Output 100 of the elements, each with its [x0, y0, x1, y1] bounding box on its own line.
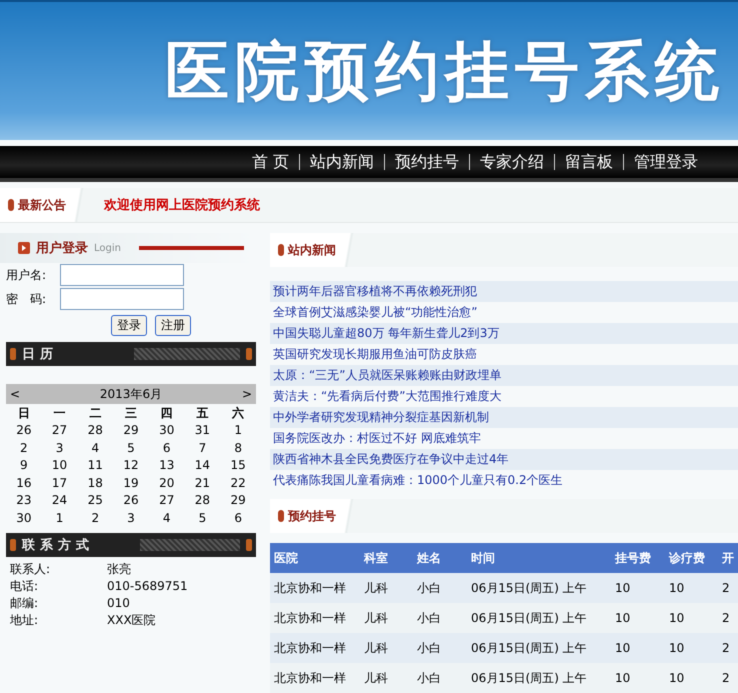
table-cell: 06月15日(周五) 上午 [467, 603, 611, 633]
calendar-day[interactable]: 24 [42, 492, 78, 510]
calendar-day[interactable]: 15 [220, 457, 256, 474]
calendar-day[interactable]: 1 [220, 422, 256, 440]
column-header: 时间 [467, 543, 611, 573]
calendar-day[interactable]: 16 [6, 474, 42, 492]
table-cell: 10 [611, 633, 665, 663]
calendar-day[interactable]: 26 [6, 422, 42, 440]
news-link[interactable]: 预计两年后器官移植将不再依赖死刑犯 [270, 281, 738, 302]
column-header: 开 [718, 543, 738, 573]
news-link[interactable]: 中国失聪儿童超80万 每年新生聋儿2到3万 [270, 323, 738, 344]
news-link[interactable]: 全球首例艾滋感染婴儿被“功能性治愈” [270, 302, 738, 323]
login-button[interactable]: 登录 [111, 315, 147, 336]
section-title: 最新公告 [18, 196, 66, 214]
calendar-day[interactable]: 4 [148, 510, 185, 527]
weekday-label: 二 [88, 405, 102, 422]
section-subtitle: Login [94, 242, 121, 254]
table-cell: 儿科 [360, 633, 413, 663]
input-field[interactable] [60, 264, 184, 286]
section-title: 站内新闻 [288, 242, 336, 258]
news-link[interactable]: 中外学者研究发现精神分裂症基因新机制 [270, 407, 738, 428]
calendar-day[interactable]: 3 [113, 510, 149, 527]
table-cell: 儿科 [360, 603, 413, 633]
column-header: 挂号费 [611, 543, 665, 573]
calendar-day[interactable]: 17 [42, 474, 78, 492]
calendar-day[interactable]: 11 [77, 457, 114, 474]
weekday-label: 日 [16, 405, 31, 422]
calendar-day[interactable]: 29 [113, 422, 149, 440]
contact-value: 张亮 [107, 561, 132, 578]
news-link[interactable]: 太原：“三无”人员就医呆账赖账由财政埋单 [270, 365, 738, 386]
weekday-label: 一 [52, 405, 67, 422]
calendar-day[interactable]: 27 [148, 492, 185, 510]
calendar-day[interactable]: 12 [113, 457, 149, 474]
input-field[interactable] [60, 288, 184, 310]
contact-label: 电话: [10, 578, 40, 595]
calendar-day[interactable]: 8 [220, 440, 256, 457]
nav-link[interactable]: 留言板 [555, 152, 623, 172]
calendar-day[interactable]: 25 [77, 492, 114, 510]
calendar-day[interactable]: 14 [184, 457, 220, 474]
prev-month-link[interactable]: < [10, 387, 20, 401]
table-cell: 10 [611, 663, 665, 693]
calendar-day[interactable]: 28 [77, 422, 114, 440]
table-cell: 小白 [413, 663, 467, 693]
contact-label: 邮编: [10, 595, 40, 612]
section-title: 日历 [22, 346, 58, 363]
nav-link[interactable]: 预约挂号 [385, 152, 469, 172]
calendar-day[interactable]: 6 [220, 510, 256, 527]
calendar-day[interactable]: 18 [77, 474, 114, 492]
calendar-day[interactable]: 26 [113, 492, 149, 510]
nav-link[interactable]: 专家介绍 [470, 152, 554, 172]
section-title: 预约挂号 [288, 508, 336, 524]
column-header: 科室 [360, 543, 413, 573]
field-label: 用户名: [6, 266, 48, 284]
calendar-day[interactable]: 21 [184, 474, 220, 492]
table-cell: 北京协和一样 [270, 603, 360, 633]
site-title: 医院预约挂号系统 [165, 34, 725, 110]
table-cell: 儿科 [360, 663, 413, 693]
calendar-day[interactable]: 5 [113, 440, 149, 457]
table-cell: 10 [611, 573, 665, 603]
calendar-day[interactable]: 7 [184, 440, 220, 457]
calendar-day[interactable]: 31 [184, 422, 220, 440]
calendar-day[interactable]: 20 [148, 474, 185, 492]
calendar-day[interactable]: 22 [220, 474, 256, 492]
table-cell: 10 [611, 603, 665, 633]
news-link[interactable]: 英国研究发现长期服用鱼油可防皮肤癌 [270, 344, 738, 365]
calendar-day[interactable]: 2 [6, 440, 42, 457]
table-cell: 06月15日(周五) 上午 [467, 663, 611, 693]
calendar-day[interactable]: 29 [220, 492, 256, 510]
calendar-day[interactable]: 3 [42, 440, 78, 457]
news-link[interactable]: 国务院医改办：村医过不好 网底难筑牢 [270, 428, 738, 449]
login-button[interactable]: 注册 [155, 315, 191, 336]
calendar-day[interactable]: 5 [184, 510, 220, 527]
nav-link[interactable]: 管理登录 [624, 152, 708, 172]
calendar-day[interactable]: 9 [6, 457, 42, 474]
calendar-day[interactable]: 28 [184, 492, 220, 510]
table-cell: 10 [665, 663, 718, 693]
next-month-link[interactable]: > [242, 387, 252, 401]
news-link[interactable]: 黄洁夫：“先看病后付费”大范围推行难度大 [270, 386, 738, 407]
nav-link[interactable]: 首 页 [242, 152, 299, 172]
calendar-day[interactable]: 30 [148, 422, 185, 440]
calendar-day[interactable]: 30 [6, 510, 42, 527]
weekday-label: 五 [195, 405, 210, 422]
calendar-day[interactable]: 2 [77, 510, 114, 527]
marker-icon [278, 244, 284, 256]
news-link[interactable]: 代表痛陈我国儿童看病难：1000个儿童只有0.2个医生 [270, 470, 738, 491]
table-cell: 10 [665, 633, 718, 663]
calendar-day[interactable]: 10 [42, 457, 78, 474]
calendar-day[interactable]: 19 [113, 474, 149, 492]
contact-label: 地址: [10, 612, 40, 629]
calendar-day[interactable]: 27 [42, 422, 78, 440]
nav-link[interactable]: 站内新闻 [300, 152, 384, 172]
weekday-label: 三 [124, 405, 138, 422]
calendar-day[interactable]: 6 [148, 440, 185, 457]
marker-icon [10, 539, 16, 551]
calendar-day[interactable]: 1 [42, 510, 78, 527]
calendar-day[interactable]: 23 [6, 492, 42, 510]
news-link[interactable]: 陕西省神木县全民免费医疗在争议中走过4年 [270, 449, 738, 470]
calendar-day[interactable]: 4 [77, 440, 114, 457]
marker-icon [246, 539, 252, 551]
calendar-day[interactable]: 13 [148, 457, 185, 474]
